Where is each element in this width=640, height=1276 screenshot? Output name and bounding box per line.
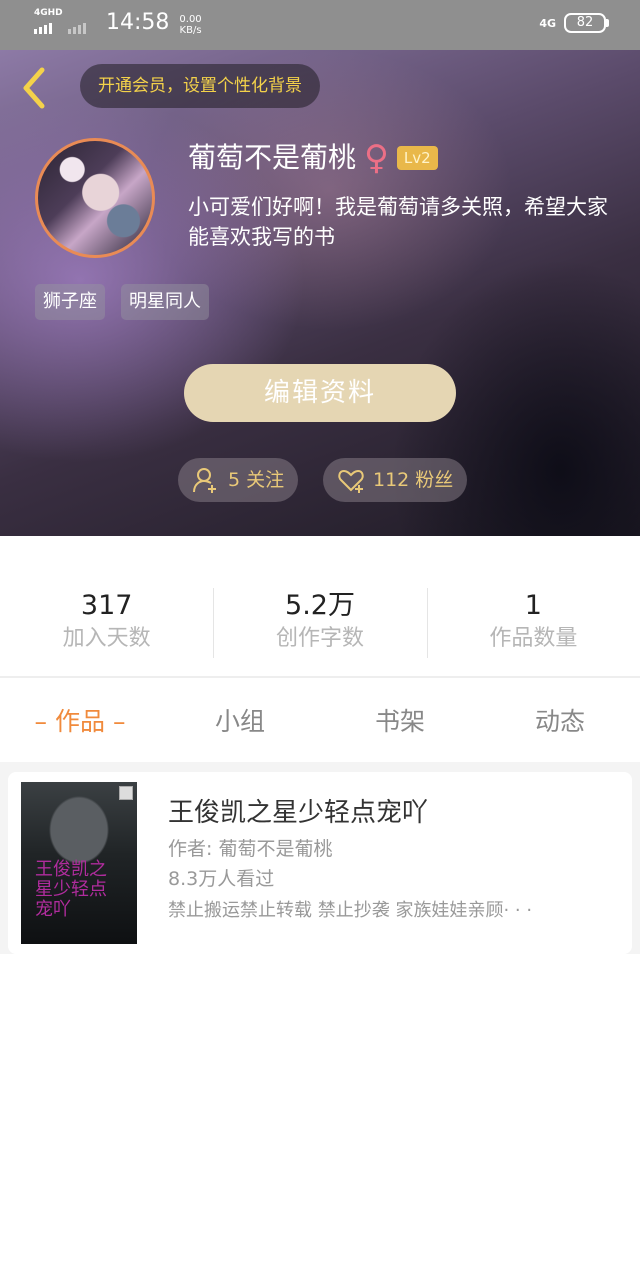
book-views: 8.3万人看过 (168, 868, 275, 890)
vip-background-banner[interactable]: 开通会员，设置个性化背景 (80, 64, 320, 108)
tab-works[interactable]: – 作品 – (0, 702, 160, 738)
book-cover[interactable]: 王俊凯之星少轻点宠吖 (21, 782, 137, 944)
fans-count: 112 粉丝 (373, 469, 454, 491)
signal-icon: 4GHD (34, 8, 63, 36)
username: 葡萄不是葡桃 (188, 141, 357, 174)
signal-type-label: 4GHD (34, 8, 63, 18)
stat-works-count: 1 作品数量 (426, 536, 640, 676)
female-icon: ♀ (364, 138, 389, 178)
tab-activity[interactable]: 动态 (480, 702, 640, 738)
fans-button[interactable]: 112 粉丝 (323, 458, 468, 502)
tag-genre: 明星同人 (121, 284, 209, 320)
avatar[interactable] (35, 138, 155, 258)
book-title[interactable]: 王俊凯之星少轻点宠吖 (168, 796, 428, 830)
tab-groups[interactable]: 小组 (160, 702, 320, 738)
clock: 14:58 (106, 10, 170, 35)
stat-label: 作品数量 (489, 626, 578, 651)
stat-label: 创作字数 (275, 626, 364, 651)
list-item[interactable]: 王俊凯之星少轻点宠吖 王俊凯之星少轻点宠吖 作者: 葡萄不是葡桃 8.3万人看过… (8, 772, 632, 954)
battery-icon: 82 (564, 13, 609, 33)
following-button[interactable]: 5 关注 (178, 458, 299, 502)
following-count: 5 关注 (228, 469, 285, 491)
stat-value: 1 (524, 590, 542, 621)
tab-bookshelf[interactable]: 书架 (320, 702, 480, 738)
cover-badge-icon (119, 786, 133, 800)
tag-zodiac: 狮子座 (35, 284, 105, 320)
chevron-left-icon (23, 67, 45, 109)
network-speed-unit: KB/s (179, 25, 202, 36)
profile-tabs: – 作品 – 小组 书架 动态 (0, 678, 640, 762)
battery-level: 82 (576, 15, 594, 30)
profile-header: 开通会员，设置个性化背景 葡萄不是葡桃 ♀ Lv2 小可爱们好啊！我是葡萄请多关… (0, 50, 640, 536)
add-user-icon (193, 468, 216, 493)
stat-value: 317 (80, 590, 133, 621)
signal-icon-secondary (68, 10, 96, 36)
back-button[interactable] (18, 66, 58, 110)
stat-word-count: 5.2万 创作字数 (213, 536, 426, 676)
network-type: 4G (539, 16, 556, 30)
stat-label: 加入天数 (62, 626, 151, 651)
network-speed: 0.00 KB/s (179, 14, 201, 36)
level-badge: Lv2 (396, 146, 438, 170)
status-bar: 4GHD 14:58 0.00 KB/s 4G 82 (0, 0, 640, 50)
book-author: 作者: 葡萄不是葡桃 (168, 838, 333, 860)
user-bio: 小可爱们好啊！我是葡萄请多关照，希望大家能喜欢我写的书 (188, 195, 608, 249)
stat-days-joined: 317 加入天数 (0, 536, 213, 676)
edit-profile-button[interactable]: 编辑资料 (184, 364, 456, 422)
user-tags: 狮子座 明星同人 (35, 284, 209, 320)
heart-plus-icon (338, 469, 364, 493)
stats-row: 317 加入天数 5.2万 创作字数 1 作品数量 (0, 536, 640, 676)
cover-title: 王俊凯之星少轻点宠吖 (35, 859, 107, 920)
user-name-row: 葡萄不是葡桃 ♀ Lv2 (188, 138, 438, 178)
stat-value: 5.2万 (285, 590, 355, 621)
network-speed-value: 0.00 (179, 14, 202, 25)
book-description: 禁止搬运禁止转载 禁止抄袭 家族娃娃亲顾· · · (168, 900, 533, 921)
